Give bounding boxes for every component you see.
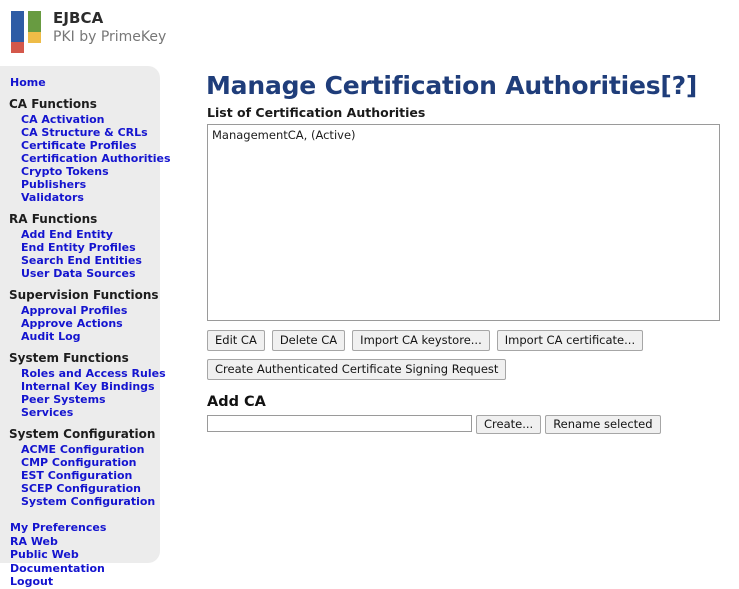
sidebar-item-scep-configuration[interactable]: SCEP Configuration [21, 482, 160, 495]
import-ca-certificate-button[interactable]: Import CA certificate... [496, 330, 644, 351]
sidebar-item-add-end-entity[interactable]: Add End Entity [21, 228, 160, 241]
sidebar-group-ra-functions: RA Functions Add End Entity End Entity P… [0, 211, 160, 280]
sidebar-item-public-web[interactable]: Public Web [10, 548, 160, 562]
sidebar-item-certificate-profiles[interactable]: Certificate Profiles [21, 139, 160, 152]
sidebar-item-my-preferences[interactable]: My Preferences [10, 521, 160, 535]
sidebar-group-system-functions: System Functions Roles and Access Rules … [0, 350, 166, 419]
sidebar-group-system-configuration: System Configuration ACME Configuration … [0, 426, 160, 508]
sidebar-item-internal-key-bindings[interactable]: Internal Key Bindings [21, 380, 160, 393]
add-ca-heading: Add CA [207, 394, 266, 410]
sidebar-item-roles-and-access-rules[interactable]: Roles and Access Rules [21, 367, 166, 380]
ejbca-logo-icon [11, 11, 43, 53]
list-item[interactable]: ManagementCA, (Active) [208, 125, 719, 142]
sidebar-navigation: Home CA Functions CA Activation CA Struc… [0, 66, 171, 588]
ca-list-label: List of Certification Authorities [207, 105, 426, 120]
logo-segment-green [28, 11, 41, 32]
sidebar-item-audit-log[interactable]: Audit Log [21, 330, 160, 343]
logo-segment-yellow [28, 32, 41, 43]
delete-ca-button[interactable]: Delete CA [271, 330, 346, 351]
sidebar-group-title: RA Functions [9, 212, 98, 226]
sidebar-item-peer-systems[interactable]: Peer Systems [21, 393, 160, 406]
sidebar-item-search-end-entities[interactable]: Search End Entities [21, 254, 160, 267]
sidebar-item-ra-web[interactable]: RA Web [10, 535, 160, 549]
sidebar-group-ca-functions: CA Functions CA Activation CA Structure … [0, 96, 171, 204]
sidebar-item-user-data-sources[interactable]: User Data Sources [21, 267, 160, 280]
add-ca-name-input[interactable] [207, 415, 472, 432]
sidebar-group-title: CA Functions [9, 97, 97, 111]
page-title: Manage Certification Authorities[?] [206, 71, 698, 100]
create-ca-button[interactable]: Create... [476, 415, 542, 434]
ca-action-buttons-row: Edit CA Delete CA Import CA keystore... … [207, 330, 734, 351]
sidebar-bottom-links: My Preferences RA Web Public Web Documen… [10, 521, 160, 589]
sidebar-item-est-configuration[interactable]: EST Configuration [21, 469, 160, 482]
brand-subtitle: PKI by PrimeKey [53, 29, 167, 45]
sidebar-item-crypto-tokens[interactable]: Crypto Tokens [21, 165, 160, 178]
csr-button-row: Create Authenticated Certificate Signing… [207, 359, 734, 380]
sidebar-item-ca-structure-crls[interactable]: CA Structure & CRLs [21, 126, 160, 139]
sidebar-item-publishers[interactable]: Publishers [21, 178, 160, 191]
logo-segment-red [11, 42, 24, 53]
sidebar-item-services[interactable]: Services [21, 406, 160, 419]
sidebar-item-home[interactable]: Home [10, 76, 160, 89]
ca-list-box[interactable]: ManagementCA, (Active) [207, 124, 720, 321]
main-content: Manage Certification Authorities[?] List… [204, 62, 734, 434]
sidebar-group-title: System Functions [9, 351, 129, 365]
sidebar-top: Home [0, 66, 160, 89]
app-header: EJBCA PKI by PrimeKey [0, 0, 739, 62]
sidebar-item-approval-profiles[interactable]: Approval Profiles [21, 304, 160, 317]
sidebar-item-approve-actions[interactable]: Approve Actions [21, 317, 160, 330]
sidebar-group-supervision-functions: Supervision Functions Approval Profiles … [0, 287, 160, 343]
sidebar-group-title: System Configuration [9, 427, 156, 441]
create-authenticated-csr-button[interactable]: Create Authenticated Certificate Signing… [207, 359, 507, 380]
brand-text: EJBCA PKI by PrimeKey [53, 9, 166, 47]
sidebar-item-acme-configuration[interactable]: ACME Configuration [21, 443, 160, 456]
sidebar-item-system-configuration[interactable]: System Configuration [21, 495, 160, 508]
sidebar-group-title: Supervision Functions [9, 288, 159, 302]
add-ca-row: Create... Rename selected [207, 415, 734, 434]
import-ca-keystore-button[interactable]: Import CA keystore... [352, 330, 490, 351]
brand-title: EJBCA [53, 9, 104, 27]
sidebar-item-documentation[interactable]: Documentation [10, 562, 160, 576]
logo-segment-blue [11, 11, 24, 42]
sidebar-item-validators[interactable]: Validators [21, 191, 160, 204]
sidebar-item-end-entity-profiles[interactable]: End Entity Profiles [21, 241, 160, 254]
sidebar-item-cmp-configuration[interactable]: CMP Configuration [21, 456, 160, 469]
sidebar-item-certification-authorities[interactable]: Certification Authorities [21, 152, 171, 165]
rename-selected-button[interactable]: Rename selected [545, 415, 661, 434]
sidebar-item-logout[interactable]: Logout [10, 575, 160, 589]
edit-ca-button[interactable]: Edit CA [207, 330, 265, 351]
sidebar-item-ca-activation[interactable]: CA Activation [21, 113, 160, 126]
